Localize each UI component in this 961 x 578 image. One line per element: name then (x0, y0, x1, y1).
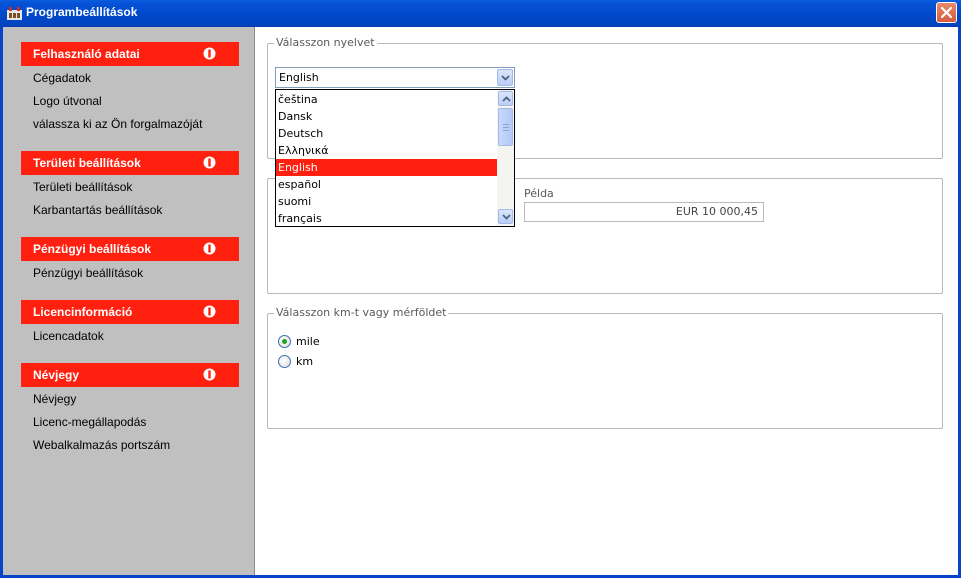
section-header-label: Pénzügyi beállítások (33, 242, 152, 256)
section-header-label: Licencinformáció (33, 305, 133, 319)
info-icon (203, 156, 216, 169)
radio-label-km: km (296, 355, 314, 368)
scroll-up-button[interactable] (498, 91, 513, 106)
example-label: Példa (524, 187, 554, 200)
section-header-regional[interactable]: Területi beállítások (21, 151, 239, 175)
close-button[interactable] (936, 2, 957, 23)
language-option-selected[interactable]: English (276, 159, 498, 176)
language-option[interactable]: español (276, 176, 498, 193)
language-option[interactable]: čeština (276, 91, 498, 108)
section-header-label: Területi beállítások (33, 156, 141, 170)
scroll-down-button[interactable] (498, 209, 513, 224)
sidebar-item-maintenance-settings[interactable]: Karbantartás beállítások (33, 203, 162, 217)
sidebar-item-financial-settings[interactable]: Pénzügyi beállítások (33, 266, 143, 280)
sidebar-item-license-agreement[interactable]: Licenc-megállapodás (33, 415, 146, 429)
language-dropdown-list[interactable]: čeština Dansk Deutsch Ελληνικά English e… (275, 89, 515, 227)
language-option[interactable]: suomi (276, 193, 498, 210)
language-select[interactable]: English (275, 67, 515, 88)
language-option[interactable]: Dansk (276, 108, 498, 125)
sidebar-item-company-data[interactable]: Cégadatok (33, 71, 91, 85)
scroll-thumb[interactable] (498, 108, 513, 146)
window-title: Programbeállítások (26, 5, 138, 19)
section-header-label: Felhasználó adatai (33, 47, 140, 61)
close-icon (941, 7, 952, 18)
info-icon (203, 242, 216, 255)
language-select-value: English (279, 71, 319, 84)
language-legend: Válasszon nyelvet (274, 36, 377, 49)
sidebar-item-logo-path[interactable]: Logo útvonal (33, 94, 102, 108)
chevron-up-icon (502, 96, 511, 102)
sidebar-item-license-data[interactable]: Licencadatok (33, 329, 104, 343)
sidebar-item-webapp-port[interactable]: Webalkalmazás portszám (33, 438, 170, 452)
radio-label-mile: mile (296, 335, 320, 348)
dropdown-scrollbar[interactable] (497, 90, 514, 226)
dropdown-button[interactable] (497, 69, 513, 86)
section-header-about[interactable]: Névjegy (21, 363, 239, 387)
section-header-user-data[interactable]: Felhasználó adatai (21, 42, 239, 66)
language-option[interactable]: français (276, 210, 498, 227)
info-icon (203, 305, 216, 318)
units-group: Válasszon km-t vagy mérföldet (267, 306, 943, 429)
language-option[interactable]: Ελληνικά (276, 142, 498, 159)
section-header-label: Névjegy (33, 368, 80, 382)
sidebar-item-regional-settings[interactable]: Területi beállítások (33, 180, 132, 194)
title-bar: Programbeállítások (0, 0, 961, 27)
units-legend: Válasszon km-t vagy mérföldet (274, 306, 449, 319)
info-icon (203, 47, 216, 60)
chevron-down-icon (502, 214, 511, 220)
language-option[interactable]: Deutsch (276, 125, 498, 142)
radio-button[interactable] (278, 355, 291, 368)
app-icon (7, 7, 22, 20)
section-header-financial[interactable]: Pénzügyi beállítások (21, 237, 239, 261)
info-icon (203, 368, 216, 381)
chevron-down-icon (501, 75, 510, 81)
main-panel: Válasszon nyelvet Példa EUR 10 000,45 Vá… (256, 27, 958, 575)
sidebar-item-about[interactable]: Névjegy (33, 392, 76, 406)
sidebar-item-distributor[interactable]: válassza ki az Ön forgalmazóját (33, 117, 202, 131)
sidebar: Felhasználó adatai Cégadatok Logo útvona… (3, 27, 255, 575)
example-field: EUR 10 000,45 (524, 202, 764, 222)
section-header-license-info[interactable]: Licencinformáció (21, 300, 239, 324)
radio-button-checked[interactable] (278, 335, 291, 348)
